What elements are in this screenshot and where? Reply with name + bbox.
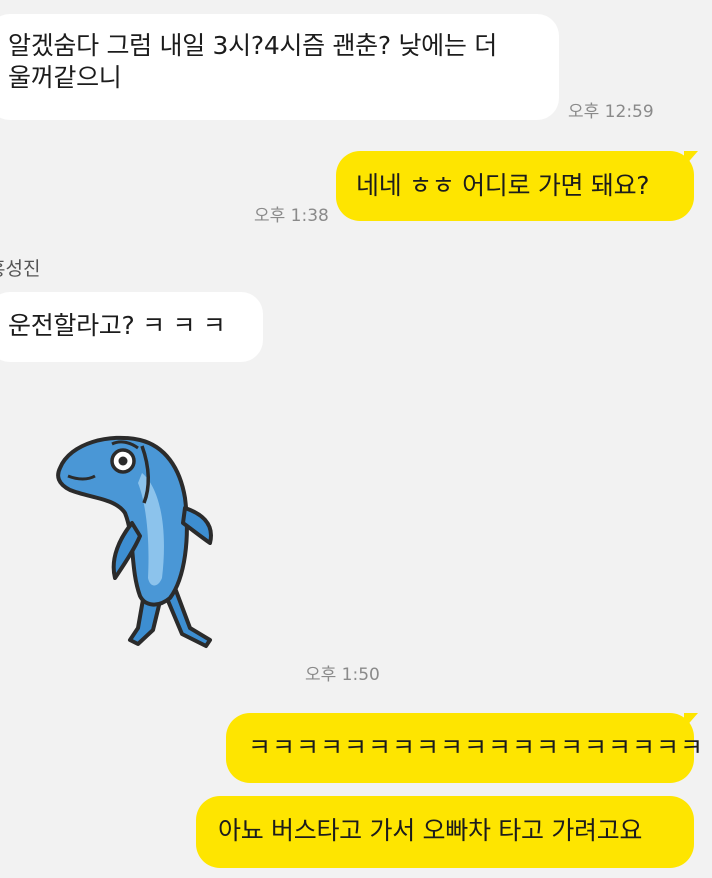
- message-text: 운전할라고? ㅋ ㅋ ㅋ: [8, 311, 226, 340]
- blue-fish-standing-sticker[interactable]: [50, 428, 250, 663]
- message-text: 아뇨 버스타고 가서 오빠차 타고 가려고요: [218, 816, 643, 845]
- message-text-line: 울꺼같으니: [8, 63, 122, 92]
- message-timestamp: 오후 12:59: [568, 102, 654, 122]
- incoming-message-bubble[interactable]: 운전할라고? ㅋ ㅋ ㅋ: [0, 292, 263, 362]
- sender-name: 홍성진: [0, 258, 41, 280]
- chat-screen: 알겠숨다 그럼 내일 3시?4시즘 괜춘? 낮에는 더 울꺼같으니 오후 12:…: [0, 0, 712, 878]
- outgoing-message-bubble[interactable]: 아뇨 버스타고 가서 오빠차 타고 가려고요: [196, 796, 694, 868]
- outgoing-message-bubble[interactable]: ㅋㅋㅋㅋㅋㅋㅋㅋㅋㅋㅋㅋㅋㅋㅋㅋㅋㅋㅋ: [226, 713, 703, 783]
- message-text: ㅋㅋㅋㅋㅋㅋㅋㅋㅋㅋㅋㅋㅋㅋㅋㅋㅋㅋㅋ: [248, 733, 705, 762]
- message-timestamp: 오후 1:50: [305, 665, 380, 685]
- incoming-message-bubble[interactable]: 알겠숨다 그럼 내일 3시?4시즘 괜춘? 낮에는 더 울꺼같으니: [0, 14, 559, 120]
- message-text-line: 알겠숨다 그럼 내일 3시?4시즘 괜춘? 낮에는 더: [8, 31, 497, 60]
- bubble-tail: [684, 713, 698, 729]
- message-timestamp: 오후 1:38: [254, 206, 329, 226]
- bubble-tail: [684, 151, 698, 167]
- message-text: 네네 ㅎㅎ 어디로 가면 돼요?: [356, 171, 650, 200]
- outgoing-message-bubble[interactable]: 네네 ㅎㅎ 어디로 가면 돼요?: [336, 151, 694, 221]
